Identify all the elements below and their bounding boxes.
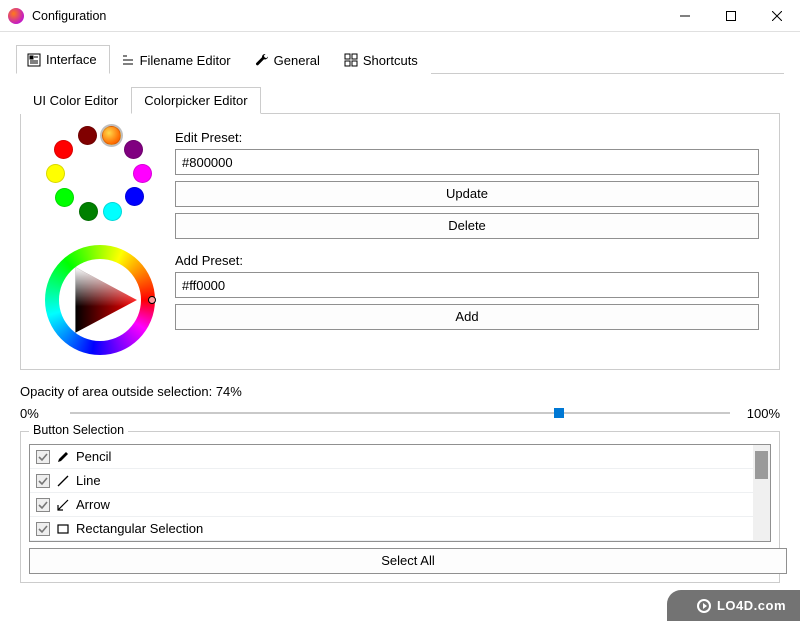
close-button[interactable] — [754, 0, 800, 32]
delete-button[interactable]: Delete — [175, 213, 759, 239]
main-tabs: Interface Filename Editor General Shortc… — [16, 44, 784, 74]
add-preset-label: Add Preset: — [175, 253, 759, 268]
titlebar: Configuration — [0, 0, 800, 32]
filename-editor-icon — [121, 53, 135, 67]
scrollbar[interactable] — [753, 445, 770, 541]
swatch-4[interactable] — [133, 164, 152, 183]
edit-preset-input[interactable] — [175, 149, 759, 175]
edit-preset-label: Edit Preset: — [175, 130, 759, 145]
color-triangle[interactable] — [59, 259, 141, 341]
tab-general[interactable]: General — [244, 45, 333, 74]
swatch-8[interactable] — [103, 202, 122, 221]
swatch-6[interactable] — [125, 187, 144, 206]
swatch-9[interactable] — [79, 202, 98, 221]
slider-min-label: 0% — [20, 406, 60, 421]
tab-shortcuts[interactable]: Shortcuts — [333, 45, 431, 74]
checkbox-rect-selection[interactable] — [36, 522, 50, 536]
item-label: Arrow — [76, 497, 110, 512]
checkbox-line[interactable] — [36, 474, 50, 488]
update-button[interactable]: Update — [175, 181, 759, 207]
sub-tabs: UI Color Editor Colorpicker Editor — [20, 86, 780, 114]
checkbox-pencil[interactable] — [36, 450, 50, 464]
swatch-1[interactable] — [102, 126, 121, 145]
swatch-3[interactable] — [54, 140, 73, 159]
tab-label: Filename Editor — [140, 53, 231, 68]
list-item[interactable]: Line — [30, 469, 770, 493]
rectangle-icon — [56, 522, 70, 536]
button-selection-group: Button Selection Pencil Line Arrow — [20, 431, 780, 583]
hue-marker[interactable] — [148, 296, 156, 304]
color-wheel[interactable] — [45, 245, 155, 355]
watermark-text: LO4D.com — [717, 598, 786, 613]
arrow-icon — [56, 498, 70, 512]
button-selection-list: Pencil Line Arrow Rectangular Selection — [29, 444, 771, 542]
opacity-slider-thumb[interactable] — [554, 408, 564, 418]
list-item[interactable]: Arrow — [30, 493, 770, 517]
opacity-slider[interactable] — [68, 403, 732, 423]
tab-label: Shortcuts — [363, 53, 418, 68]
checkbox-arrow[interactable] — [36, 498, 50, 512]
select-all-button[interactable]: Select All — [29, 548, 787, 574]
app-icon — [8, 8, 24, 24]
line-icon — [56, 474, 70, 488]
tab-label: Interface — [46, 52, 97, 67]
swatch-5[interactable] — [46, 164, 65, 183]
maximize-button[interactable] — [708, 0, 754, 32]
list-item[interactable]: Rectangular Selection — [30, 517, 770, 541]
subtab-colorpicker-editor[interactable]: Colorpicker Editor — [131, 87, 260, 114]
wrench-icon — [255, 53, 269, 67]
item-label: Rectangular Selection — [76, 521, 203, 536]
pencil-icon — [56, 450, 70, 464]
add-button[interactable]: Add — [175, 304, 759, 330]
add-preset-input[interactable] — [175, 272, 759, 298]
item-label: Pencil — [76, 449, 111, 464]
tab-interface[interactable]: Interface — [16, 45, 110, 74]
preset-swatch-ring[interactable] — [45, 126, 155, 236]
swatch-7[interactable] — [55, 188, 74, 207]
button-selection-title: Button Selection — [29, 423, 128, 437]
item-label: Line — [76, 473, 101, 488]
swatch-2[interactable] — [124, 140, 143, 159]
tab-filename-editor[interactable]: Filename Editor — [110, 45, 244, 74]
subtab-ui-color-editor[interactable]: UI Color Editor — [20, 87, 131, 114]
watermark: LO4D.com — [667, 590, 800, 621]
colorpicker-pane: Edit Preset: Update Delete — [20, 114, 780, 370]
sub-tab-label: UI Color Editor — [33, 93, 118, 108]
swatch-0[interactable] — [78, 126, 97, 145]
window-title: Configuration — [32, 9, 106, 23]
tab-label: General — [274, 53, 320, 68]
shortcuts-icon — [344, 53, 358, 67]
slider-max-label: 100% — [740, 406, 780, 421]
watermark-icon — [697, 599, 711, 613]
interface-icon — [27, 53, 41, 67]
minimize-button[interactable] — [662, 0, 708, 32]
scrollbar-thumb[interactable] — [755, 451, 768, 479]
sub-tab-label: Colorpicker Editor — [144, 93, 247, 108]
opacity-label: Opacity of area outside selection: 74% — [20, 384, 780, 399]
list-item[interactable]: Pencil — [30, 445, 770, 469]
